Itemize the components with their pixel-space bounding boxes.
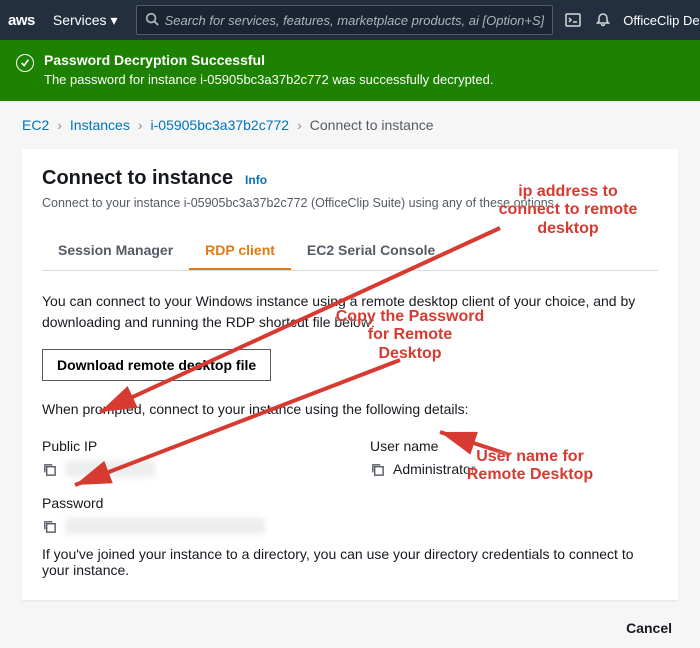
rdp-intro-1: You can connect to your Windows instance… — [42, 291, 658, 333]
info-link[interactable]: Info — [245, 173, 267, 187]
connect-card: Connect to instance Info Connect to your… — [22, 149, 678, 600]
copy-icon[interactable] — [42, 462, 57, 477]
username-value: Administrator — [393, 461, 475, 477]
chevron-right-icon: › — [297, 117, 302, 133]
search-placeholder: Search for services, features, marketpla… — [165, 13, 545, 28]
caret-down-icon: ▾ — [111, 12, 118, 29]
search-icon — [145, 12, 159, 29]
chevron-right-icon: › — [57, 117, 62, 133]
services-menu[interactable]: Services ▾ — [45, 8, 126, 33]
rdp-intro-2: When prompted, connect to your instance … — [42, 399, 658, 420]
account-dropdown[interactable]: OfficeClip Developer ▾ — [623, 12, 700, 28]
directory-note: If you've joined your instance to a dire… — [42, 546, 658, 578]
password-label: Password — [42, 495, 658, 511]
connect-tabs: Session Manager RDP client EC2 Serial Co… — [42, 232, 658, 271]
banner-description: The password for instance i-05905bc3a37b… — [44, 72, 493, 87]
copy-icon[interactable] — [42, 519, 57, 534]
tab-serial-console[interactable]: EC2 Serial Console — [291, 232, 451, 270]
breadcrumb: EC2 › Instances › i-05905bc3a37b2c772 › … — [0, 101, 700, 141]
breadcrumb-ec2[interactable]: EC2 — [22, 117, 49, 133]
global-search[interactable]: Search for services, features, marketpla… — [136, 5, 554, 35]
public-ip-label: Public IP — [42, 438, 330, 454]
account-label: OfficeClip Developer — [623, 13, 700, 28]
tab-rdp-client[interactable]: RDP client — [189, 232, 291, 270]
banner-title: Password Decryption Successful — [44, 52, 493, 68]
download-rdp-button[interactable]: Download remote desktop file — [42, 349, 271, 381]
aws-logo: aws — [8, 12, 35, 29]
public-ip-value — [65, 461, 155, 477]
breadcrumb-instance-id[interactable]: i-05905bc3a37b2c772 — [151, 117, 290, 133]
bell-icon[interactable] — [593, 10, 613, 30]
tab-session-manager[interactable]: Session Manager — [42, 232, 189, 270]
breadcrumb-current: Connect to instance — [310, 117, 434, 133]
cancel-button[interactable]: Cancel — [0, 608, 700, 648]
page-title: Connect to instance — [42, 167, 233, 190]
page-subtitle: Connect to your instance i-05905bc3a37b2… — [42, 196, 658, 210]
services-label: Services — [53, 12, 107, 28]
copy-icon[interactable] — [370, 462, 385, 477]
success-banner: Password Decryption Successful The passw… — [0, 40, 700, 101]
breadcrumb-instances[interactable]: Instances — [70, 117, 130, 133]
username-label: User name — [370, 438, 658, 454]
check-circle-icon — [16, 54, 34, 72]
chevron-right-icon: › — [138, 117, 143, 133]
cloudshell-icon[interactable] — [563, 10, 583, 30]
password-value — [65, 518, 265, 534]
top-nav: aws Services ▾ Search for services, feat… — [0, 0, 700, 40]
